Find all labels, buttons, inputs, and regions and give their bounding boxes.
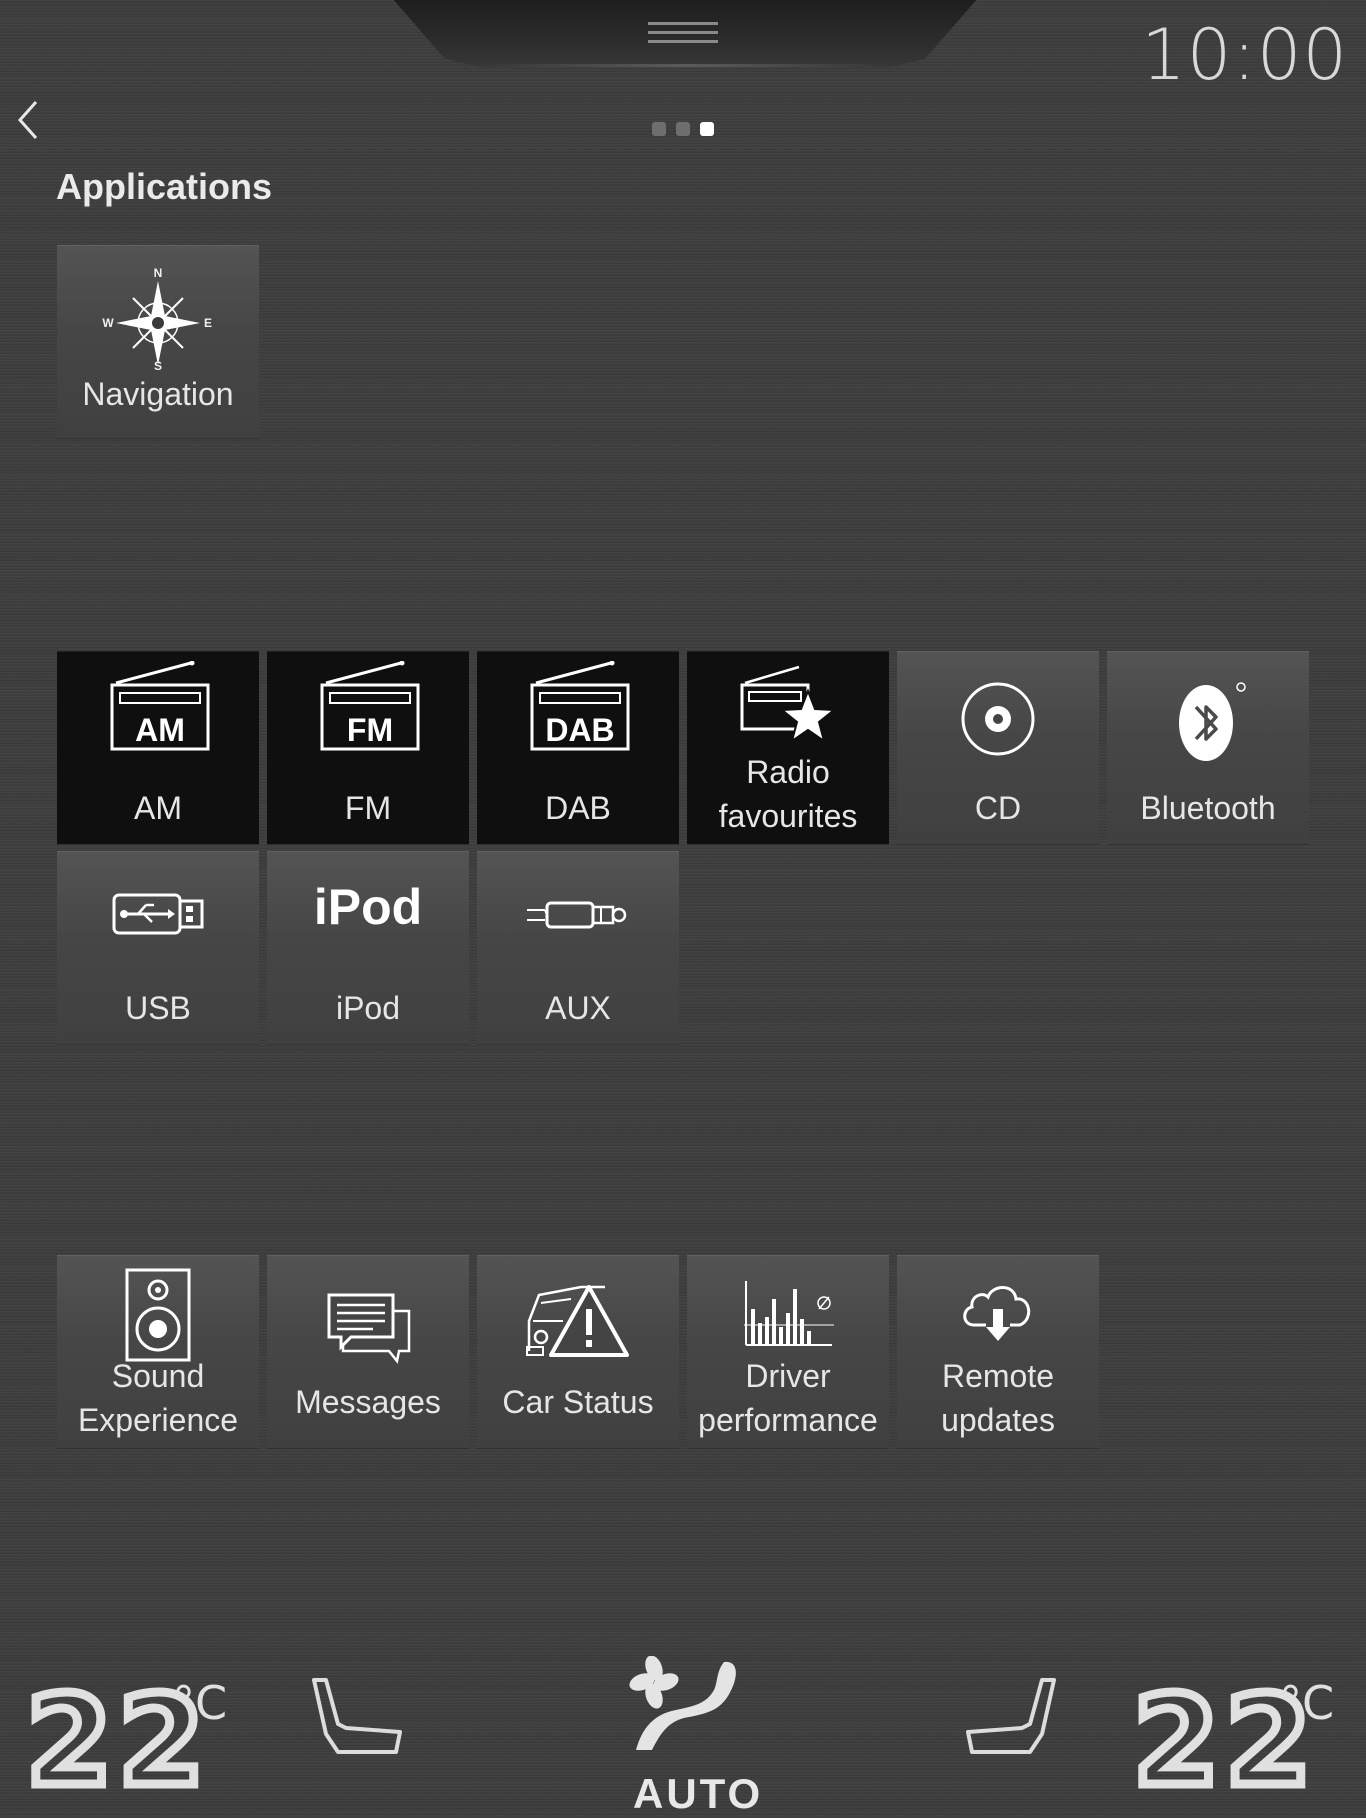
clock: 10:00	[1141, 14, 1348, 96]
svg-text:W: W	[102, 316, 114, 330]
section-title: Applications	[56, 166, 273, 207]
auto-mode-label: AUTO	[633, 1770, 764, 1817]
app-label-multiline: Remote updates	[897, 1354, 1099, 1442]
seat-icon	[966, 1678, 1056, 1754]
right-temperature-control[interactable]: 22 °C	[1129, 1666, 1335, 1818]
app-bluetooth[interactable]: Bluetooth	[1107, 651, 1309, 844]
disc-icon	[961, 682, 1035, 756]
app-label: iPod	[335, 990, 401, 1026]
usb-icon	[112, 893, 204, 935]
app-label-multiline: Sound Experience	[57, 1354, 259, 1442]
left-seat-heat-button[interactable]	[308, 1674, 404, 1767]
svg-text:AM: AM	[135, 712, 185, 748]
app-label-line2: Experience	[77, 1402, 239, 1438]
app-aux[interactable]: AUX	[477, 851, 679, 1044]
app-sound-experience[interactable]: Sound Experience	[57, 1255, 259, 1448]
app-label-line1: Driver	[745, 1358, 831, 1394]
speaker-icon	[125, 1268, 191, 1362]
right-temperature-unit: °C	[1279, 1676, 1335, 1730]
app-driver-performance[interactable]: Driver performance	[687, 1255, 889, 1448]
fan-airflow-icon	[629, 1655, 736, 1750]
app-label-line1: Sound	[111, 1358, 205, 1394]
app-usb[interactable]: USB	[57, 851, 259, 1044]
app-label-multiline: Radio favourites	[687, 750, 889, 838]
app-messages[interactable]: Messages	[267, 1255, 469, 1448]
app-label: Bluetooth	[1140, 790, 1276, 826]
app-label: AM	[134, 790, 182, 826]
chevron-left-icon	[17, 101, 38, 139]
left-temperature-unit: °C	[172, 1676, 228, 1730]
radio-star-icon	[740, 665, 837, 744]
app-label: AUX	[545, 990, 611, 1026]
radio-icon: FM	[320, 661, 420, 751]
app-car-status[interactable]: Car Status	[477, 1255, 679, 1448]
app-dab[interactable]: DAB DAB	[477, 651, 679, 844]
compass-icon: N S W E	[102, 266, 212, 373]
app-label: FM	[344, 790, 392, 826]
app-label-line2: performance	[698, 1402, 878, 1438]
page-indicator	[652, 122, 714, 136]
app-label: CD	[974, 790, 1022, 826]
app-label: DAB	[545, 790, 611, 826]
app-label: USB	[125, 990, 191, 1026]
car-warning-icon	[526, 1285, 629, 1357]
app-label-line2: updates	[941, 1402, 1055, 1438]
app-cd[interactable]: CD	[897, 651, 1099, 844]
back-button[interactable]	[10, 98, 50, 142]
svg-text:FM: FM	[347, 712, 393, 748]
app-label: Navigation	[82, 376, 234, 412]
app-remote-updates[interactable]: Remote updates	[897, 1255, 1099, 1448]
svg-text:DAB: DAB	[545, 712, 614, 748]
messages-icon	[327, 1293, 411, 1364]
app-fm[interactable]: FM FM	[267, 651, 469, 844]
left-temperature-control[interactable]: 22 °C	[22, 1666, 228, 1818]
ipod-icon: iPod	[313, 879, 423, 935]
app-label-line2: favourites	[718, 798, 858, 834]
radio-icon: DAB	[530, 661, 630, 751]
menu-lines-icon[interactable]	[648, 22, 718, 50]
app-navigation[interactable]: N S W E Navigation	[57, 245, 259, 438]
right-seat-heat-button[interactable]	[964, 1674, 1060, 1767]
app-radio-favourites[interactable]: Radio favourites	[687, 651, 889, 844]
bluetooth-icon	[1179, 682, 1246, 761]
radio-icon: AM	[110, 661, 210, 751]
app-label-multiline: Driver performance	[687, 1354, 889, 1442]
cloud-download-icon	[963, 1286, 1031, 1341]
seat-icon	[312, 1678, 402, 1754]
aux-plug-icon	[527, 901, 627, 929]
climate-bar: 22 °C AUTO 22 °C	[0, 1630, 1366, 1818]
app-label: Car Status	[502, 1384, 654, 1420]
page-dot	[652, 122, 666, 136]
app-ipod[interactable]: iPod iPod	[267, 851, 469, 1044]
page-dot	[676, 122, 690, 136]
app-label: Messages	[295, 1384, 441, 1420]
svg-text:N: N	[154, 266, 163, 280]
app-label-line1: Remote	[941, 1358, 1055, 1394]
app-label-line1: Radio	[746, 754, 830, 790]
svg-text:E: E	[204, 316, 212, 330]
app-am[interactable]: AM AM	[57, 651, 259, 844]
bar-chart-icon	[744, 1281, 834, 1346]
page-dot-active	[700, 122, 714, 136]
fan-auto-button[interactable]	[628, 1655, 748, 1761]
